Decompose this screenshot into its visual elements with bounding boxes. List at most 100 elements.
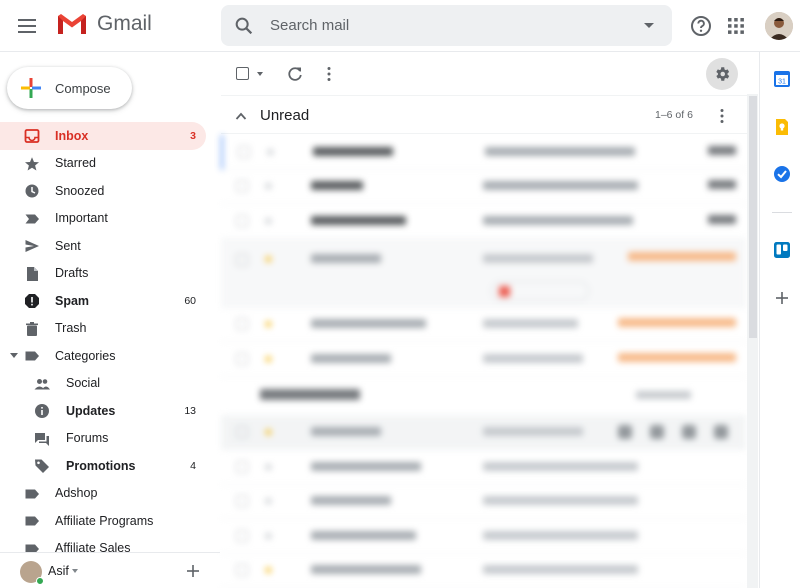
gmail-logo[interactable]: Gmail <box>56 12 152 36</box>
draft-icon <box>27 266 38 281</box>
attachment-chip[interactable] <box>491 280 589 301</box>
sidebar-item-snoozed[interactable]: Snoozed <box>0 177 206 205</box>
star-icon[interactable]: ★ <box>263 494 274 508</box>
sidebar-item-trash[interactable]: Trash <box>0 315 206 343</box>
collapse-arrow-icon[interactable] <box>10 353 18 358</box>
row-date-placeholder <box>628 251 736 264</box>
chevron-down-icon[interactable] <box>72 569 78 573</box>
row-checkbox[interactable] <box>236 214 248 227</box>
sidebar-item-label: Categories <box>55 348 116 363</box>
mail-row[interactable]: ★ <box>221 342 746 377</box>
add-icon[interactable] <box>186 564 200 578</box>
star-icon[interactable]: ★ <box>263 563 274 577</box>
tasks-icon[interactable] <box>773 165 791 183</box>
search-options-icon[interactable] <box>644 23 654 28</box>
top-header: Gmail <box>0 0 800 52</box>
people-icon <box>34 378 50 389</box>
section-title[interactable]: Unread <box>260 107 309 124</box>
mail-row[interactable]: ★ <box>221 450 746 485</box>
sidebar-item-important[interactable]: Important <box>0 205 206 233</box>
scrollbar-thumb[interactable] <box>749 96 757 338</box>
help-icon[interactable] <box>689 14 713 38</box>
sidebar-item-label: Promotions <box>66 458 136 473</box>
mark-read-icon[interactable] <box>682 425 696 440</box>
calendar-icon[interactable]: 31 <box>773 70 791 88</box>
sidebar-item-forums[interactable]: Forums <box>0 425 206 453</box>
sidebar-item-social[interactable]: Social <box>0 370 206 398</box>
star-icon[interactable]: ★ <box>263 252 274 266</box>
trello-icon[interactable] <box>773 241 791 259</box>
gmail-m-icon <box>58 14 86 34</box>
section-more-icon[interactable] <box>720 108 724 124</box>
star-icon[interactable]: ★ <box>263 352 274 366</box>
side-panel: 31 <box>759 52 800 588</box>
star-icon[interactable]: ★ <box>263 529 274 543</box>
sidebar-item-updates[interactable]: Updates 13 <box>0 397 206 425</box>
star-icon[interactable]: ★ <box>263 425 274 439</box>
row-checkbox[interactable] <box>236 180 248 193</box>
apps-grid-icon[interactable] <box>724 14 748 38</box>
search-bar[interactable] <box>221 5 672 46</box>
mail-row[interactable]: ★ <box>221 308 746 342</box>
row-checkbox[interactable] <box>236 529 248 542</box>
chevron-up-icon[interactable] <box>235 111 247 121</box>
row-checkbox[interactable] <box>236 352 248 365</box>
search-icon[interactable] <box>233 15 255 37</box>
account-avatar[interactable] <box>765 12 793 40</box>
sidebar-item-starred[interactable]: Starred <box>0 150 206 178</box>
star-icon[interactable]: ★ <box>263 317 274 331</box>
unread-section-header: Unread 1–6 of 6 <box>221 96 758 134</box>
row-checkbox[interactable] <box>236 318 248 331</box>
row-sender-placeholder <box>311 352 461 366</box>
row-checkbox[interactable] <box>236 253 248 266</box>
main-menu-icon[interactable] <box>18 14 44 38</box>
section-title-placeholder[interactable] <box>260 387 360 404</box>
settings-button[interactable] <box>706 58 738 90</box>
sidebar-item-sent[interactable]: Sent <box>0 232 206 260</box>
mail-row[interactable]: ★ <box>221 554 746 588</box>
row-hover-actions <box>618 425 728 440</box>
compose-plus-icon <box>21 78 41 98</box>
archive-icon[interactable] <box>618 425 632 440</box>
star-icon[interactable]: ★ <box>263 460 274 474</box>
row-checkbox[interactable] <box>236 426 248 439</box>
star-icon[interactable]: ★ <box>263 214 274 228</box>
sidebar-item-drafts[interactable]: Drafts <box>0 260 206 288</box>
select-options-icon[interactable] <box>257 72 263 76</box>
more-options-icon[interactable] <box>319 64 339 84</box>
add-addon-icon[interactable] <box>773 289 791 307</box>
sidebar-item-inbox[interactable]: Inbox 3 <box>0 122 206 150</box>
row-checkbox[interactable] <box>236 495 248 508</box>
mail-row[interactable]: ★ <box>221 135 746 170</box>
row-checkbox[interactable] <box>236 460 248 473</box>
mail-row[interactable]: ★ <box>221 170 746 204</box>
star-icon[interactable]: ★ <box>263 179 274 193</box>
hangouts-user-name[interactable]: Asif <box>48 564 69 578</box>
clock-icon <box>25 184 39 198</box>
unread-count: 60 <box>184 294 196 307</box>
mail-row[interactable]: ★ <box>221 238 746 308</box>
row-checkbox[interactable] <box>236 564 248 577</box>
sidebar-item-adshop[interactable]: Adshop <box>0 480 206 508</box>
star-icon[interactable]: ★ <box>265 145 276 159</box>
mail-row[interactable]: ★ <box>221 204 746 239</box>
refresh-icon[interactable] <box>285 64 305 84</box>
select-all-checkbox[interactable] <box>236 67 249 80</box>
compose-button[interactable]: Compose <box>7 67 132 109</box>
sidebar-item-categories[interactable]: Categories <box>0 342 206 370</box>
panel-divider <box>772 212 792 213</box>
sidebar-nav: Inbox 3 Starred Snoozed Important Sent D… <box>0 122 220 562</box>
mail-row[interactable]: ★ <box>221 415 746 450</box>
snooze-icon[interactable] <box>714 425 728 440</box>
mail-row[interactable]: ★ <box>221 519 746 554</box>
keep-icon[interactable] <box>773 118 791 136</box>
sidebar-item-promotions[interactable]: Promotions 4 <box>0 452 206 480</box>
sidebar-item-spam[interactable]: Spam 60 <box>0 287 206 315</box>
sidebar-item-label: Affiliate Programs <box>55 513 154 528</box>
mail-row[interactable]: ★ <box>221 485 746 519</box>
delete-icon[interactable] <box>650 425 664 440</box>
row-subject-placeholder <box>483 252 651 266</box>
sidebar-item-affiliate-programs[interactable]: Affiliate Programs <box>0 507 206 535</box>
row-checkbox[interactable] <box>238 145 250 158</box>
search-input[interactable] <box>270 17 610 34</box>
